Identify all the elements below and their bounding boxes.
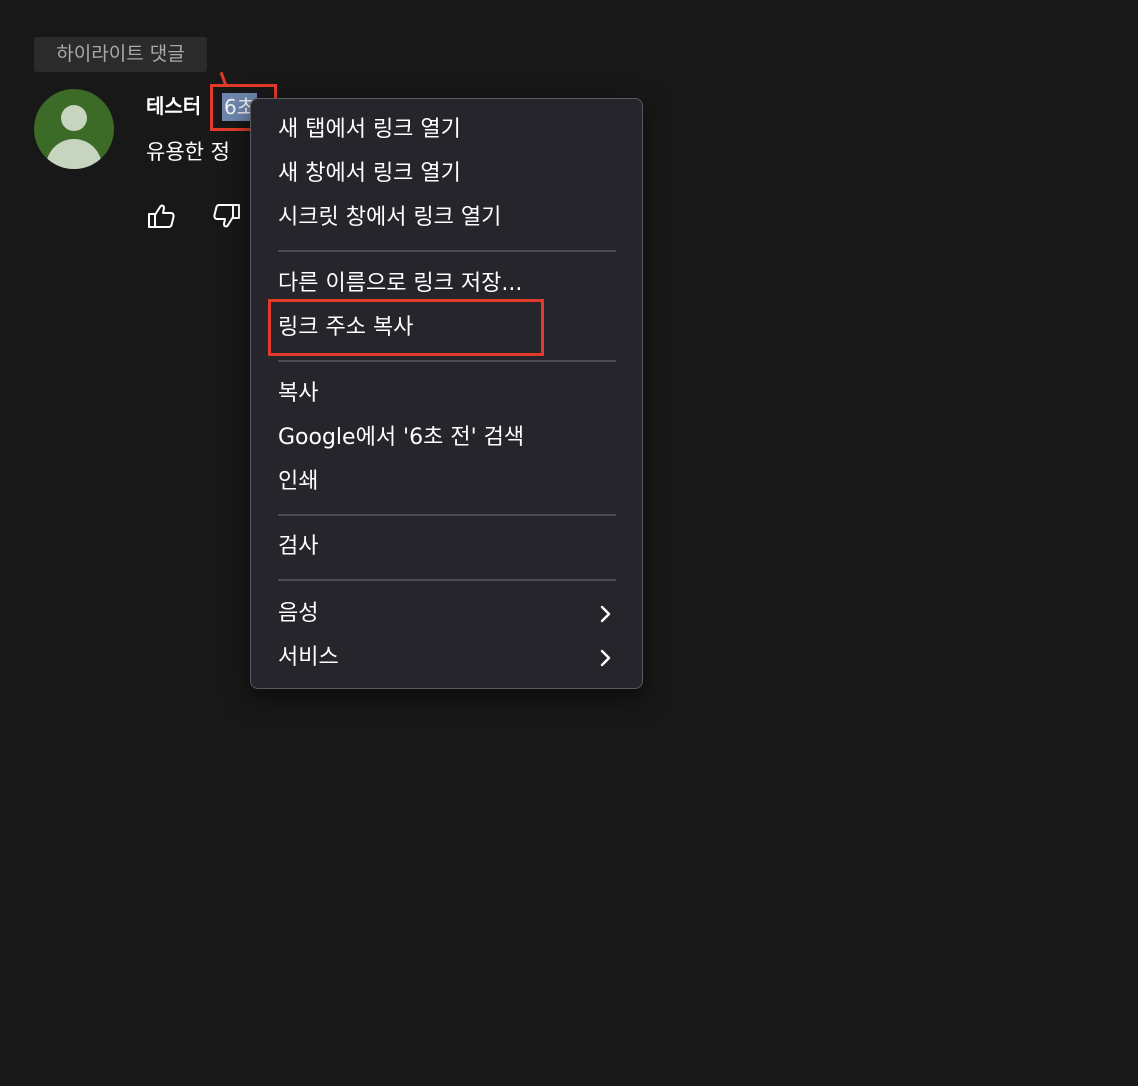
menu-services-label: 서비스 (278, 645, 339, 670)
thumbs-up-icon[interactable] (146, 200, 178, 232)
avatar-head (61, 105, 87, 131)
page: 하이라이트 댓글 테스터 6초 유용한 정 새 탭에서 링크 열기 새 창에서 … (0, 0, 1138, 1086)
highlighted-comment-label: 하이라이트 댓글 (34, 37, 207, 72)
menu-separator (278, 514, 616, 516)
chevron-right-icon (600, 649, 611, 667)
comment-text: 유용한 정 (146, 140, 230, 164)
menu-separator (278, 579, 616, 581)
thumbs-down-icon[interactable] (210, 200, 242, 232)
avatar[interactable] (34, 89, 114, 169)
menu-services[interactable]: 서비스 (278, 639, 615, 677)
menu-speech-label: 음성 (278, 601, 319, 626)
menu-print[interactable]: 인쇄 (278, 463, 615, 501)
menu-separator (278, 250, 616, 252)
menu-inspect[interactable]: 검사 (278, 528, 615, 566)
menu-save-link-as[interactable]: 다른 이름으로 링크 저장... (278, 265, 615, 303)
chevron-right-icon (600, 605, 611, 623)
menu-copy[interactable]: 복사 (278, 375, 615, 413)
menu-open-link-new-window[interactable]: 새 창에서 링크 열기 (278, 155, 615, 193)
menu-open-link-incognito[interactable]: 시크릿 창에서 링크 열기 (278, 199, 615, 237)
menu-speech[interactable]: 음성 (278, 595, 615, 633)
context-menu: 새 탭에서 링크 열기 새 창에서 링크 열기 시크릿 창에서 링크 열기 다른… (250, 98, 643, 689)
menu-separator (278, 360, 616, 362)
menu-open-link-new-tab[interactable]: 새 탭에서 링크 열기 (278, 111, 615, 149)
menu-search-google[interactable]: Google에서 '6초 전' 검색 (278, 419, 615, 457)
annotation-highlight-copy-link (268, 299, 544, 356)
avatar-body (46, 139, 102, 169)
comment-author[interactable]: 테스터 (146, 91, 201, 121)
